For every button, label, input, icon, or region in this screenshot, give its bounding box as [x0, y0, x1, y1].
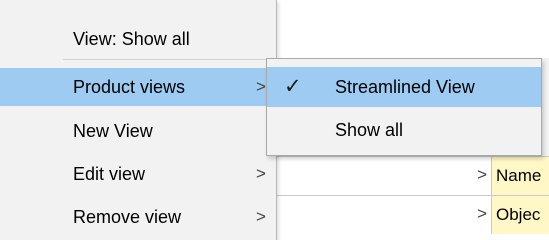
submenu-item-streamlined-view[interactable]: ✓ Streamlined View [267, 67, 541, 107]
menu-item-edit-view[interactable]: Edit view > [0, 155, 276, 193]
menu-item-remove-view[interactable]: Remove view > [0, 198, 276, 236]
grid-cell-label: Objec [491, 196, 549, 234]
grid-cell-blank[interactable]: > [276, 157, 492, 195]
menu-item-product-views[interactable]: Product views > [0, 68, 276, 106]
submenu-item-show-all[interactable]: Show all [267, 110, 541, 150]
grid-row-name[interactable]: > Name [272, 156, 549, 195]
grid-cell-label: Name [491, 157, 549, 195]
menu-item-label: Remove view [73, 207, 182, 227]
chevron-right-icon: > [256, 207, 266, 226]
menu-item-label: Product views [73, 77, 186, 97]
menu-item-label: Edit view [73, 164, 146, 184]
submenu-item-label: Streamlined View [335, 77, 475, 97]
chevron-right-icon: > [256, 77, 266, 96]
chevron-right-icon[interactable]: > [477, 165, 487, 185]
property-grid: > Name > Objec [272, 156, 549, 240]
submenu-item-label: Show all [335, 120, 404, 140]
menu-separator [63, 59, 276, 60]
chevron-right-icon[interactable]: > [477, 204, 487, 224]
grid-cell-blank[interactable]: > [276, 196, 492, 234]
menu-item-new-view[interactable]: New View [0, 112, 276, 150]
grid-row-object[interactable]: > Objec [272, 195, 549, 234]
menu-item-label: View: Show all [73, 29, 190, 49]
product-views-submenu: ✓ Streamlined View Show all [266, 58, 542, 156]
menu-item-view-show-all[interactable]: View: Show all [0, 20, 276, 58]
chevron-right-icon: > [256, 164, 266, 183]
checkmark-icon: ✓ [284, 75, 302, 98]
menu-item-label: New View [73, 121, 153, 141]
context-menu: View: Show all Product views > New View … [0, 0, 277, 240]
